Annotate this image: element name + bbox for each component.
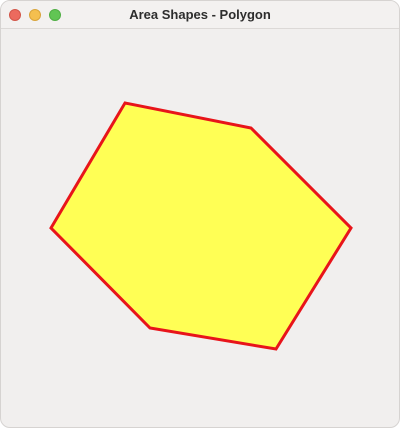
title-bar[interactable]: Area Shapes - Polygon xyxy=(1,1,399,29)
window-title: Area Shapes - Polygon xyxy=(129,7,271,22)
drawing-canvas xyxy=(49,101,353,351)
app-window: Area Shapes - Polygon xyxy=(0,0,400,428)
polygon-shape xyxy=(49,101,353,351)
